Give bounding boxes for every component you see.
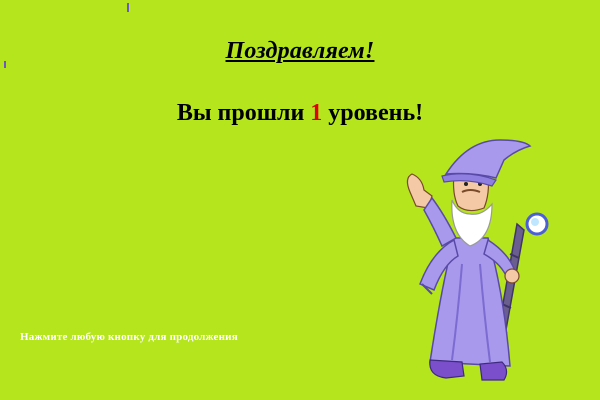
message-prefix: Вы прошли: [176, 100, 311, 126]
level-complete-screen[interactable]: Поздравляем! Вы прошли 1 уровень! Нажмит…: [0, 0, 600, 400]
speck-top: [127, 3, 129, 12]
level-number: 1: [310, 100, 323, 126]
wizard-icon: [406, 139, 549, 381]
continue-hint: Нажмите любую кнопку для продолжения: [20, 331, 238, 343]
congratulations-title: Поздравляем!: [225, 38, 375, 64]
message-suffix: уровень!: [322, 100, 424, 126]
level-complete-message: Вы прошли 1 уровень!: [0, 100, 600, 127]
